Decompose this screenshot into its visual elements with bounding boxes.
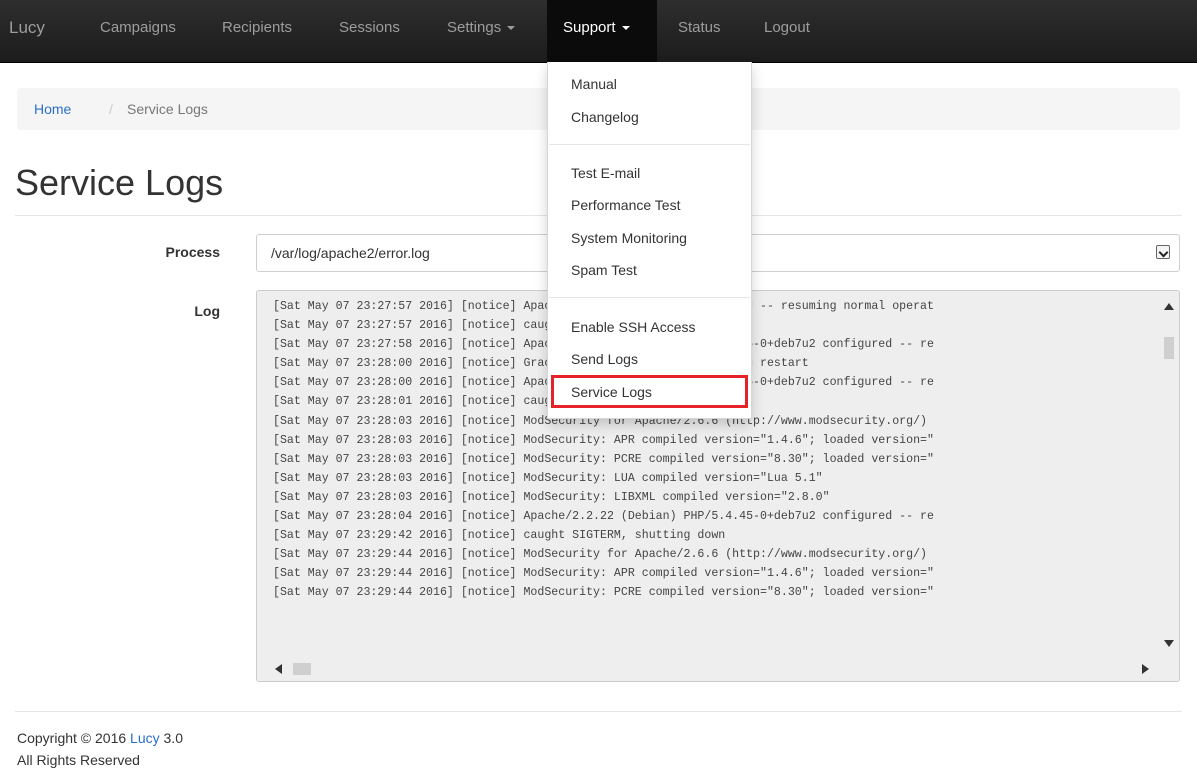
menu-item-send-logs[interactable]: Send Logs: [571, 349, 638, 369]
scroll-down-icon[interactable]: [1164, 640, 1174, 647]
horizontal-scrollbar[interactable]: [263, 661, 1163, 677]
horizontal-scroll-thumb[interactable]: [293, 663, 311, 675]
footer-copyright: Copyright © 2016 Lucy 3.0: [17, 727, 183, 749]
scroll-right-icon[interactable]: [1142, 664, 1149, 674]
log-line: [Sat May 07 23:28:04 2016] [notice] Apac…: [273, 510, 934, 524]
process-select-value: /var/log/apache2/error.log: [271, 245, 430, 261]
menu-item-manual[interactable]: Manual: [571, 74, 617, 94]
caret-down-icon: [621, 26, 630, 31]
highlight-annotation: [551, 375, 748, 408]
menu-item-changelog[interactable]: Changelog: [571, 107, 639, 127]
breadcrumb-separator: /: [109, 101, 113, 117]
nav-campaigns[interactable]: Campaigns: [100, 0, 176, 62]
nav-support-label: Support: [563, 19, 616, 36]
menu-item-spam-test[interactable]: Spam Test: [571, 260, 637, 280]
nav-sessions[interactable]: Sessions: [339, 0, 400, 62]
nav-settings-label: Settings: [447, 19, 502, 36]
log-line: [Sat May 07 23:29:44 2016] [notice] ModS…: [273, 548, 927, 562]
footer: Copyright © 2016 Lucy 3.0 All Rights Res…: [17, 727, 183, 771]
breadcrumb-home-link[interactable]: Home: [34, 88, 71, 130]
menu-item-enable-ssh-access[interactable]: Enable SSH Access: [571, 317, 696, 337]
log-line: [Sat May 07 23:29:42 2016] [notice] caug…: [273, 529, 726, 543]
top-navbar: Lucy Campaigns Recipients Sessions Setti…: [0, 0, 1197, 63]
menu-item-performance-test[interactable]: Performance Test: [571, 195, 680, 215]
nav-settings[interactable]: Settings: [447, 0, 516, 62]
footer-divider: [15, 711, 1182, 712]
menu-divider: [549, 144, 750, 145]
menu-item-test-email[interactable]: Test E-mail: [571, 163, 640, 183]
log-line: [Sat May 07 23:28:03 2016] [notice] ModS…: [273, 490, 830, 504]
nav-recipients[interactable]: Recipients: [222, 0, 292, 62]
vertical-scroll-thumb[interactable]: [1164, 337, 1174, 359]
breadcrumb-current: Service Logs: [127, 101, 208, 117]
support-dropdown-menu: Manual Changelog Test E-mail Performance…: [547, 62, 752, 419]
log-label: Log: [194, 303, 220, 319]
copyright-text: Copyright © 2016: [17, 730, 127, 746]
log-line: [Sat May 07 23:29:44 2016] [notice] ModS…: [273, 586, 934, 600]
footer-brand-link[interactable]: Lucy: [130, 730, 160, 746]
brand-link[interactable]: Lucy: [9, 0, 45, 62]
menu-item-system-monitoring[interactable]: System Monitoring: [571, 228, 687, 248]
log-line: [Sat May 07 23:28:03 2016] [notice] ModS…: [273, 433, 934, 447]
nav-status[interactable]: Status: [678, 0, 721, 62]
scroll-left-icon[interactable]: [275, 664, 282, 674]
select-arrow-icon[interactable]: [1156, 245, 1170, 259]
scroll-up-icon[interactable]: [1164, 303, 1174, 310]
menu-divider: [549, 297, 750, 298]
page-title: Service Logs: [15, 162, 224, 203]
caret-down-icon: [507, 26, 516, 31]
footer-version: 3.0: [163, 730, 183, 746]
log-line: [Sat May 07 23:28:03 2016] [notice] ModS…: [273, 471, 823, 485]
vertical-scrollbar[interactable]: [1162, 297, 1176, 665]
process-label: Process: [165, 244, 220, 260]
nav-logout[interactable]: Logout: [764, 0, 810, 62]
nav-support[interactable]: Support: [547, 0, 657, 62]
log-line: [Sat May 07 23:29:44 2016] [notice] ModS…: [273, 567, 934, 581]
footer-rights: All Rights Reserved: [17, 752, 140, 768]
log-line: [Sat May 07 23:28:03 2016] [notice] ModS…: [273, 452, 934, 466]
